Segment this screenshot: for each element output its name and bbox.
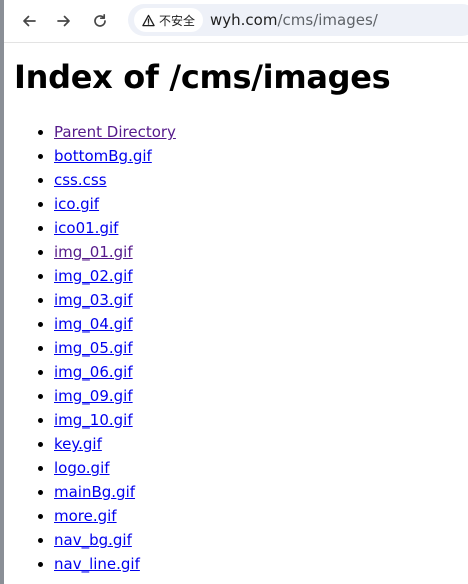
back-button[interactable] [17,9,41,33]
list-item: mainBg.gif [54,480,176,504]
warning-triangle-icon [142,14,155,26]
list-item: img_01.gif [54,240,176,264]
file-link[interactable]: nav_bg.gif [54,531,132,549]
parent-directory-link[interactable]: Parent Directory [54,123,176,141]
security-indicator[interactable]: 不安全 [134,8,204,32]
list-item: key.gif [54,432,176,456]
page-title: Index of /cms/images [14,58,391,96]
file-link[interactable]: bottomBg.gif [54,147,152,165]
file-link[interactable]: mainBg.gif [54,483,135,501]
list-item: ico01.gif [54,216,176,240]
address-bar[interactable]: 不安全 wyh.com/cms/images/ [128,4,468,36]
file-link[interactable]: nav_line.gif [54,555,140,573]
file-link[interactable]: css.css [54,171,107,189]
file-link[interactable]: img_05.gif [54,339,133,357]
list-item: css.css [54,168,176,192]
file-link[interactable]: logo.gif [54,459,110,477]
list-item: bottomBg.gif [54,144,176,168]
list-item: ico.gif [54,192,176,216]
list-item: img_06.gif [54,360,176,384]
file-link[interactable]: img_03.gif [54,291,133,309]
file-link[interactable]: ico.gif [54,195,99,213]
back-arrow-icon [23,15,36,27]
forward-button[interactable] [52,9,76,33]
list-item: nav_line.gif [54,552,176,576]
list-item: img_03.gif [54,288,176,312]
file-link[interactable]: more.gif [54,507,117,525]
url-text[interactable]: wyh.com/cms/images/ [210,11,378,29]
file-link[interactable]: img_09.gif [54,387,133,405]
browser-toolbar: 不安全 wyh.com/cms/images/ [4,0,468,43]
url-host: wyh.com [210,11,278,29]
reload-button[interactable] [88,9,112,33]
file-link[interactable]: img_01.gif [54,243,133,261]
list-item: img_04.gif [54,312,176,336]
file-link[interactable]: img_02.gif [54,267,133,285]
reload-icon [94,13,106,27]
file-link[interactable]: img_10.gif [54,411,133,429]
list-item: more.gif [54,504,176,528]
security-label: 不安全 [159,13,196,28]
list-item: logo.gif [54,456,176,480]
url-path: /cms/images/ [277,11,378,29]
directory-listing: Parent Directory bottomBg.gif css.css ico.g… [0,120,176,576]
forward-arrow-icon [57,15,70,27]
file-link[interactable]: img_04.gif [54,315,133,333]
list-item: nav_bg.gif [54,528,176,552]
file-link[interactable]: ico01.gif [54,219,118,237]
file-link[interactable]: img_06.gif [54,363,133,381]
list-item: img_10.gif [54,408,176,432]
file-link[interactable]: key.gif [54,435,102,453]
list-item: Parent Directory [54,120,176,144]
list-item: img_09.gif [54,384,176,408]
list-item: img_02.gif [54,264,176,288]
list-item: img_05.gif [54,336,176,360]
